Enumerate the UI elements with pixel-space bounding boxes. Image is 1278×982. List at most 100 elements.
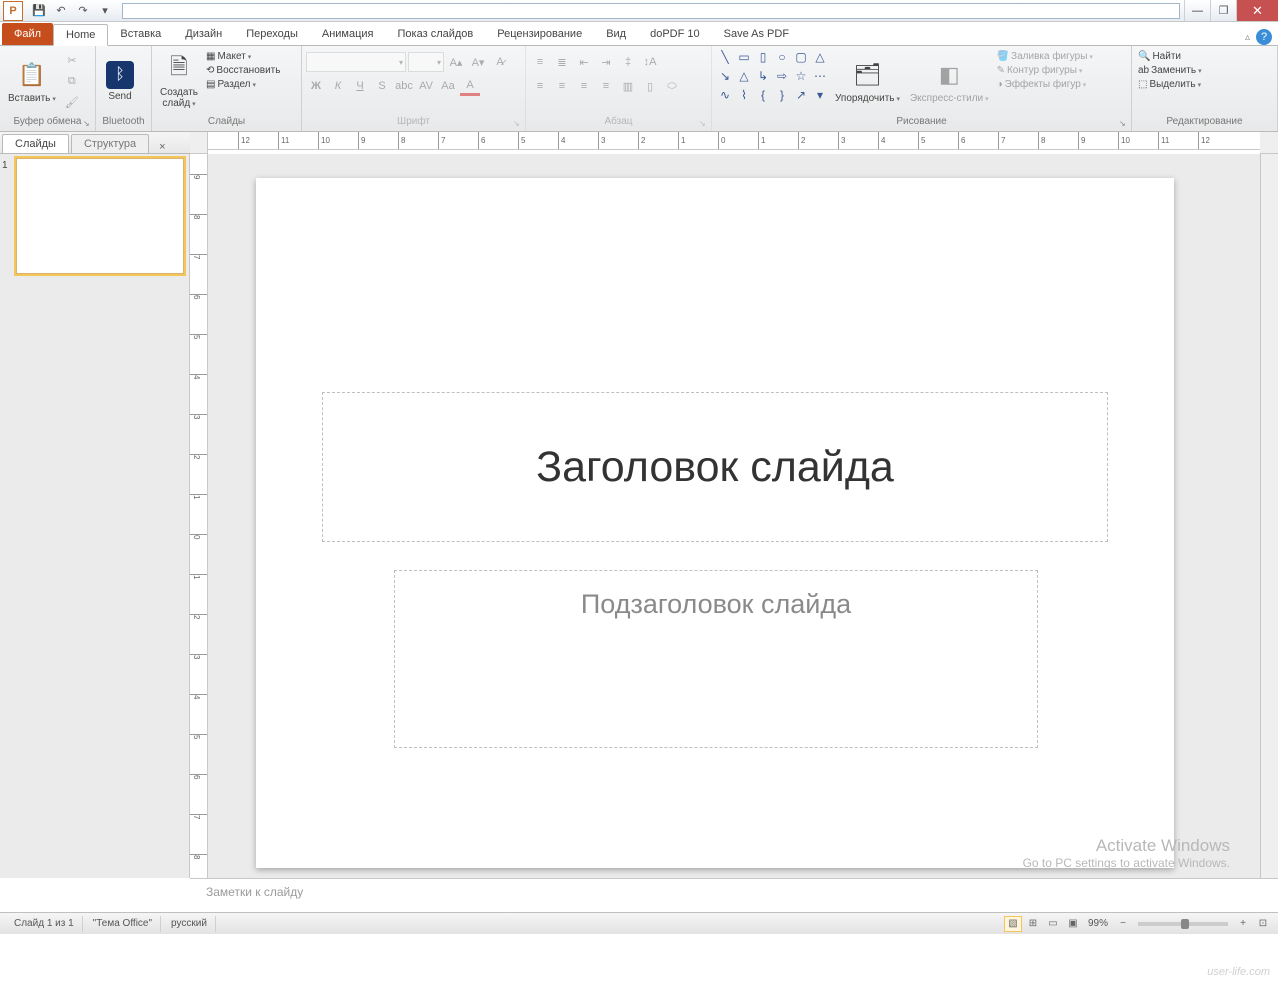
indent-inc-icon[interactable]: ⇥ (596, 52, 616, 72)
clipboard-dialog-icon[interactable]: ↘ (83, 119, 93, 129)
shape-brace2-icon[interactable]: } (773, 86, 791, 104)
tab-transitions[interactable]: Переходы (234, 23, 310, 45)
spacing-icon[interactable]: AV (416, 76, 436, 96)
tab-insert[interactable]: Вставка (108, 23, 173, 45)
underline-icon[interactable]: Ч (350, 76, 370, 96)
zoom-slider[interactable] (1138, 922, 1228, 926)
paragraph-dialog-icon[interactable]: ↘ (699, 119, 709, 129)
bluetooth-send-button[interactable]: ᛒ Send (100, 48, 140, 114)
shape-curve-icon[interactable]: ∿ (716, 86, 734, 104)
font-family-combo[interactable] (306, 52, 406, 72)
shape-arrow2-icon[interactable]: ⇨ (773, 67, 791, 85)
italic-icon[interactable]: К (328, 76, 348, 96)
select-button[interactable]: ⬚Выделить (1136, 78, 1204, 91)
tab-home[interactable]: Home (53, 24, 108, 46)
zoom-thumb[interactable] (1181, 919, 1189, 929)
close-button[interactable]: ✕ (1236, 0, 1278, 21)
shape-free-icon[interactable]: ⌇ (735, 86, 753, 104)
shape-tri2-icon[interactable]: △ (735, 67, 753, 85)
maximize-button[interactable]: ❐ (1210, 0, 1236, 21)
quick-styles-button[interactable]: ◧ Экспресс-стили (906, 48, 993, 114)
shrink-font-icon[interactable]: A▾ (468, 52, 488, 72)
align-justify-icon[interactable]: ≡ (596, 76, 616, 96)
help-icon[interactable]: ? (1256, 29, 1272, 45)
pane-tab-outline[interactable]: Структура (71, 134, 149, 153)
shape-arrow-icon[interactable]: ↘ (716, 67, 734, 85)
indent-dec-icon[interactable]: ⇤ (574, 52, 594, 72)
align-center-icon[interactable]: ≡ (552, 76, 572, 96)
thumbnail-preview[interactable] (16, 158, 184, 274)
grow-font-icon[interactable]: A▴ (446, 52, 466, 72)
slide-canvas[interactable]: Заголовок слайда Подзаголовок слайда (256, 178, 1174, 868)
shape-line-icon[interactable]: ╲ (716, 48, 734, 66)
align-left-icon[interactable]: ≡ (530, 76, 550, 96)
tab-file[interactable]: Файл (2, 23, 53, 45)
shape-rect2-icon[interactable]: ▯ (754, 48, 772, 66)
shape-star-icon[interactable]: ☆ (792, 67, 810, 85)
shape-effects-button[interactable]: ◑Эффекты фигур (995, 78, 1095, 91)
minimize-button[interactable]: — (1184, 0, 1210, 21)
replace-button[interactable]: abЗаменить (1136, 64, 1204, 77)
shape-outline-button[interactable]: ✎Контур фигуры (995, 64, 1095, 77)
new-slide-button[interactable]: 🗎 Создать слайд (156, 48, 202, 114)
ruler-horizontal[interactable]: 1211109876543210123456789101112 (208, 132, 1260, 150)
zoom-in-icon[interactable]: + (1234, 916, 1252, 932)
view-normal-icon[interactable]: ▧ (1004, 916, 1022, 932)
zoom-level[interactable]: 99% (1084, 918, 1112, 929)
canvas-area[interactable]: Заголовок слайда Подзаголовок слайда Act… (208, 154, 1260, 878)
status-slide-number[interactable]: Слайд 1 из 1 (6, 916, 83, 932)
text-direction-icon[interactable]: ↕A (640, 52, 660, 72)
bullets-icon[interactable]: ≡ (530, 52, 550, 72)
view-reading-icon[interactable]: ▭ (1044, 916, 1062, 932)
undo-icon[interactable]: ↶ (52, 2, 70, 20)
shape-conn-icon[interactable]: ↳ (754, 67, 772, 85)
copy-icon[interactable]: ⧉ (62, 71, 82, 91)
shapes-gallery[interactable]: ╲ ▭ ▯ ○ ▢ △ ↘ △ ↳ ⇨ ☆ ⋯ ∿ ⌇ { } ↗ ▾ (716, 48, 829, 104)
tab-view[interactable]: Вид (594, 23, 638, 45)
shape-oval-icon[interactable]: ○ (773, 48, 791, 66)
shape-fill-button[interactable]: 🪣Заливка фигуры (995, 50, 1095, 63)
shape-brace-icon[interactable]: { (754, 86, 772, 104)
align-text-icon[interactable]: ▯ (640, 76, 660, 96)
tab-review[interactable]: Рецензирование (485, 23, 594, 45)
shape-expand-icon[interactable]: ▾ (811, 86, 829, 104)
shadow-icon[interactable]: abc (394, 76, 414, 96)
title-input[interactable] (122, 3, 1180, 19)
shape-arrow3-icon[interactable]: ↗ (792, 86, 810, 104)
find-button[interactable]: 🔍Найти (1136, 50, 1204, 63)
line-spacing-icon[interactable]: ‡ (618, 52, 638, 72)
vertical-scrollbar[interactable] (1260, 154, 1278, 878)
collapse-ribbon-icon[interactable]: ▵ (1245, 32, 1250, 43)
font-size-combo[interactable] (408, 52, 444, 72)
title-placeholder[interactable]: Заголовок слайда (322, 392, 1108, 542)
qat-customize-icon[interactable]: ▾ (96, 2, 114, 20)
zoom-out-icon[interactable]: − (1114, 916, 1132, 932)
pane-tab-slides[interactable]: Слайды (2, 134, 69, 153)
thumbnail-1[interactable]: 1 (2, 158, 187, 274)
pane-close-icon[interactable]: × (155, 141, 169, 153)
tab-slideshow[interactable]: Показ слайдов (386, 23, 486, 45)
view-slideshow-icon[interactable]: ▣ (1064, 916, 1082, 932)
status-language[interactable]: русский (163, 916, 216, 932)
clear-format-icon[interactable]: A̷ (490, 52, 510, 72)
ruler-vertical[interactable]: 9876543210123456789 (190, 154, 208, 878)
paste-button[interactable]: 📋 Вставить (4, 48, 60, 114)
shape-more-icon[interactable]: ⋯ (811, 67, 829, 85)
tab-dopdf[interactable]: doPDF 10 (638, 23, 712, 45)
shape-roundrect-icon[interactable]: ▢ (792, 48, 810, 66)
shape-rect-icon[interactable]: ▭ (735, 48, 753, 66)
shape-tri-icon[interactable]: △ (811, 48, 829, 66)
align-right-icon[interactable]: ≡ (574, 76, 594, 96)
format-painter-icon[interactable]: 🖌 (62, 92, 82, 112)
view-sorter-icon[interactable]: ⊞ (1024, 916, 1042, 932)
save-icon[interactable]: 💾 (30, 2, 48, 20)
fit-window-icon[interactable]: ⊡ (1254, 916, 1272, 932)
tab-design[interactable]: Дизайн (173, 23, 234, 45)
tab-animations[interactable]: Анимация (310, 23, 386, 45)
reset-button[interactable]: ⟲ Восстановить (204, 64, 282, 77)
drawing-dialog-icon[interactable]: ↘ (1119, 119, 1129, 129)
numbering-icon[interactable]: ≣ (552, 52, 572, 72)
tab-savepdf[interactable]: Save As PDF (712, 23, 801, 45)
columns-icon[interactable]: ▥ (618, 76, 638, 96)
redo-icon[interactable]: ↷ (74, 2, 92, 20)
